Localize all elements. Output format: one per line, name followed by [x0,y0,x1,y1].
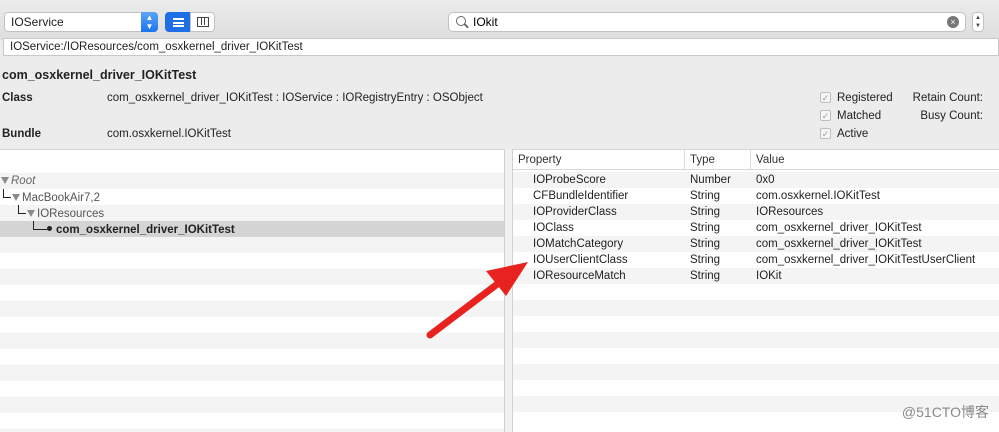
busy-count-label: Busy Count: [920,110,983,122]
table-row[interactable]: IOUserClientClass String com_osxkernel_d… [513,252,999,268]
disclosure-triangle-icon[interactable] [27,210,35,218]
tree-row-empty [0,269,504,285]
tree-row-machine[interactable]: MacBookAir7,2 [0,189,504,205]
table-row-empty [513,316,999,332]
list-icon [173,18,184,27]
property-value: IOResources [756,206,824,218]
registered-label: Registered [837,92,893,104]
list-view-button[interactable] [165,12,190,32]
bundle-label: Bundle [2,128,41,140]
tree-row-empty [0,365,504,381]
search-input[interactable] [473,14,943,30]
tree-connector-icon [3,189,11,198]
property-name: IOUserClientClass [533,254,628,266]
object-title: com_osxkernel_driver_IOKitTest [2,68,197,82]
property-value: IOKit [756,270,782,282]
property-name: IOProbeScore [533,174,606,186]
property-value: com_osxkernel_driver_IOKitTest [756,238,922,250]
property-type: Number [690,174,731,186]
active-label: Active [837,128,869,140]
property-type: String [690,190,721,202]
property-table-header: Property Type Value [513,150,999,170]
table-row[interactable]: IOResourceMatch String IOKit [513,268,999,284]
tree-row-empty [0,301,504,317]
registered-checkbox[interactable]: ✓ [820,92,831,103]
tree-machine-label: MacBookAir7,2 [22,192,100,204]
class-value: com_osxkernel_driver_IOKitTest : IOServi… [107,92,483,104]
tree-row-empty [0,333,504,349]
table-row[interactable]: CFBundleIdentifier String com.osxkernel.… [513,188,999,204]
header-type[interactable]: Type [685,150,751,170]
matched-checkbox[interactable]: ✓ [820,110,831,121]
disclosure-triangle-icon[interactable] [1,177,9,185]
chevron-updown-icon: ▲ ▼ [141,12,158,32]
bundle-value: com.osxkernel.IOKitTest [107,128,231,140]
tree-row-ioresources[interactable]: IOResources [0,205,504,221]
table-row-empty [513,284,999,300]
registry-tree: Root MacBookAir7,2 IOResources com_osxke… [0,149,504,432]
tree-row-empty [0,397,504,413]
property-rows: IOProbeScore Number 0x0 CFBundleIdentifi… [513,170,999,428]
class-label: Class [2,92,33,104]
table-row-empty [513,300,999,316]
columns-icon [197,17,209,27]
table-row-empty [513,380,999,396]
table-row-empty [513,332,999,348]
tree-connector-icon [18,205,26,214]
property-name: IOMatchCategory [533,238,624,250]
table-row[interactable]: IOProviderClass String IOResources [513,204,999,220]
property-value: com_osxkernel_driver_IOKitTestUserClient [756,254,976,266]
tree-ioresources-label: IOResources [37,208,105,220]
header-value[interactable]: Value [751,150,785,170]
tree-row-root[interactable]: Root [0,173,504,189]
property-name: CFBundleIdentifier [533,190,629,202]
tree-root-label: Root [11,175,36,187]
clear-icon[interactable]: × [947,16,959,28]
property-name: IOResourceMatch [533,270,626,282]
property-name: IOProviderClass [533,206,617,218]
tree-selected-label: com_osxkernel_driver_IOKitTest [56,224,235,236]
property-type: String [690,254,721,266]
tree-row-empty [0,413,504,429]
tree-row-selected[interactable]: com_osxkernel_driver_IOKitTest [0,221,504,237]
leaf-dot-icon [47,226,52,231]
path-field[interactable]: IOService:/IOResources/com_osxkernel_dri… [3,38,999,56]
tree-row-empty [0,317,504,333]
property-type: String [690,238,721,250]
table-row-empty [513,364,999,380]
header-property[interactable]: Property [513,150,685,170]
active-checkbox[interactable]: ✓ [820,128,831,139]
tree-row-empty [0,381,504,397]
column-view-button[interactable] [190,12,215,32]
search-icon [456,16,466,26]
property-value: com_osxkernel_driver_IOKitTest [756,222,922,234]
pane-splitter[interactable] [504,149,513,432]
table-row[interactable]: IOMatchCategory String com_osxkernel_dri… [513,236,999,252]
property-type: String [690,222,721,234]
matched-label: Matched [837,110,882,122]
property-type: String [690,206,721,218]
plane-select-value: IOService [11,15,64,29]
property-table: Property Type Value IOProbeScore Number … [513,149,999,432]
search-nav-stepper[interactable]: ▲ ▼ [972,12,984,32]
table-row[interactable]: IOClass String com_osxkernel_driver_IOKi… [513,220,999,236]
tree-row-empty [0,253,504,269]
watermark: @51CTO博客 [901,404,989,420]
tree-row-empty [0,285,504,301]
tree-connector-icon [33,221,47,230]
retain-count-label: Retain Count: [912,92,983,104]
toolbar: IOService ▲▼ × ▲▼ [0,0,999,40]
property-value: 0x0 [756,174,775,186]
tree-row-empty [0,237,504,253]
search-box: × [448,12,966,32]
tree-row-empty [0,349,504,365]
disclosure-triangle-icon[interactable] [12,194,20,202]
property-value: com.osxkernel.IOKitTest [756,190,880,202]
property-name: IOClass [533,222,574,234]
table-row-empty [513,348,999,364]
property-type: String [690,270,721,282]
plane-select[interactable]: IOService ▲ ▼ [4,12,158,32]
table-row[interactable]: IOProbeScore Number 0x0 [513,172,999,188]
